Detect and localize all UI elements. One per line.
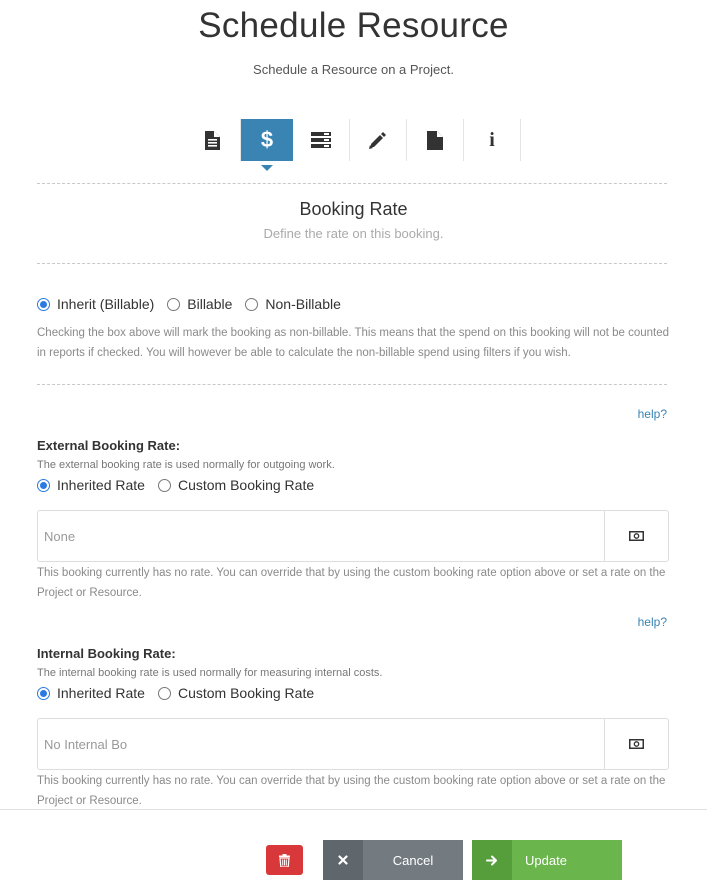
external-radio-group: Inherited Rate Custom Booking Rate [37,477,327,493]
divider [37,183,667,184]
radio-button[interactable] [37,686,50,700]
divider [37,263,667,264]
internal-rate-addon [604,719,668,769]
external-rate-field [37,510,669,562]
cancel-button[interactable]: Cancel [323,840,463,880]
radio-external-custom[interactable]: Custom Booking Rate [157,477,315,493]
radio-label: Inherited Rate [57,685,145,701]
radio-non-billable[interactable]: Non-Billable [245,296,341,312]
update-button[interactable]: Update [472,840,622,880]
external-rate-label: External Booking Rate: [37,438,181,453]
external-help-link[interactable]: help? [638,407,667,421]
info-icon: i [489,128,495,151]
radio-external-inherited[interactable]: Inherited Rate [37,477,145,493]
radio-button[interactable] [157,686,171,700]
footer-divider [0,809,707,810]
cancel-label: Cancel [392,852,434,868]
delete-button[interactable] [266,845,303,875]
radio-label: Inherited Rate [57,477,145,493]
radio-button[interactable] [167,297,181,311]
tab-booking-rate[interactable]: $ [241,119,293,171]
radio-internal-inherited[interactable]: Inherited Rate [37,685,145,701]
radio-button[interactable] [37,478,50,492]
x-icon [323,840,363,880]
arrow-right-icon [472,840,512,880]
radio-button[interactable] [37,297,50,311]
tab-info[interactable]: i [464,119,521,161]
tab-details[interactable] [184,119,241,161]
section-title: Booking Rate [299,199,408,219]
trash-icon [279,853,290,867]
radio-internal-custom[interactable]: Custom Booking Rate [157,685,315,701]
external-rate-addon [604,511,668,561]
external-rate-input[interactable] [38,511,604,561]
external-rate-help-text: This booking currently has no rate. You … [37,567,666,599]
external-rate-description: The external booking rate is used normal… [37,459,335,471]
radio-inherit-billable[interactable]: Inherit (Billable) [37,296,154,312]
radio-label: Inherit (Billable) [57,296,155,312]
radio-billable[interactable]: Billable [167,296,232,312]
section-subtitle: Define the rate on this booking. [263,226,444,241]
money-icon [629,531,644,541]
page-title: Schedule Resource [198,6,509,45]
update-label: Update [525,852,567,868]
internal-rate-label: Internal Booking Rate: [37,646,176,661]
list-icon [311,132,331,148]
internal-rate-description: The internal booking rate is used normal… [37,667,383,679]
tab-list[interactable] [293,119,350,161]
divider [37,384,667,385]
internal-rate-input[interactable] [38,719,604,769]
internal-rate-field [37,718,669,770]
radio-label: Custom Booking Rate [177,685,315,701]
document-icon [205,130,220,150]
internal-rate-help-text: This booking currently has no rate. You … [37,775,666,807]
page-subtitle: Schedule a Resource on a Project. [253,62,454,77]
tab-edit[interactable] [350,119,407,161]
radio-label: Billable [187,296,233,312]
billing-help-text: Checking the box above will mark the boo… [37,327,670,359]
money-icon [629,739,644,749]
radio-button[interactable] [157,478,171,492]
pencil-icon [369,132,386,149]
internal-radio-group: Inherited Rate Custom Booking Rate [37,685,327,701]
tab-bar: $ i [184,119,521,171]
file-icon [427,130,443,150]
radio-button[interactable] [245,297,259,311]
radio-label: Custom Booking Rate [177,477,315,493]
dollar-icon: $ [260,127,274,152]
radio-label: Non-Billable [265,296,341,312]
tab-notes[interactable] [407,119,464,161]
internal-help-link[interactable]: help? [638,615,667,629]
billing-radio-group: Inherit (Billable) Billable Non-Billable [37,296,354,312]
